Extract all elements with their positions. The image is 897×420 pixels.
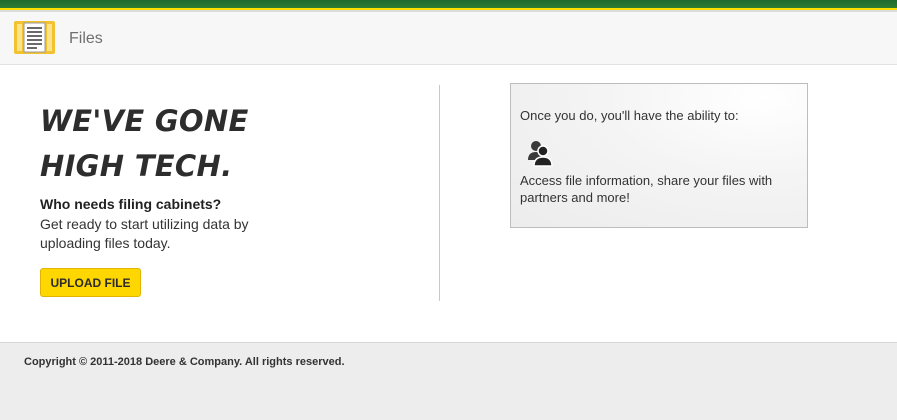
info-box: Once you do, you'll have the ability to:… xyxy=(510,83,808,228)
vertical-divider xyxy=(439,85,440,301)
hero-headline-line-1: WE'VE GONE xyxy=(40,104,249,138)
upload-file-button[interactable]: UPLOAD FILE xyxy=(40,268,141,297)
copyright-text: Copyright © 2011-2018 Deere & Company. A… xyxy=(24,356,345,368)
info-intro-text: Once you do, you'll have the ability to: xyxy=(520,108,739,123)
main-content: WE'VE GONE HIGH TECH. Who needs filing c… xyxy=(0,65,897,343)
file-cabinet-icon xyxy=(14,20,55,55)
info-detail-text: Access file information, share your file… xyxy=(520,173,773,205)
hero-headline: WE'VE GONE HIGH TECH. xyxy=(40,99,249,189)
app-header: Files xyxy=(0,12,897,65)
brand-top-bar xyxy=(0,0,897,12)
hero-subhead: Who needs filing cabinets? xyxy=(40,196,222,212)
page-title: Files xyxy=(69,30,103,47)
hero-body-text: Get ready to start utilizing data by upl… xyxy=(40,216,249,251)
hero-headline-line-2: HIGH TECH. xyxy=(40,149,233,183)
people-icon xyxy=(526,139,554,167)
footer: Copyright © 2011-2018 Deere & Company. A… xyxy=(0,342,897,420)
